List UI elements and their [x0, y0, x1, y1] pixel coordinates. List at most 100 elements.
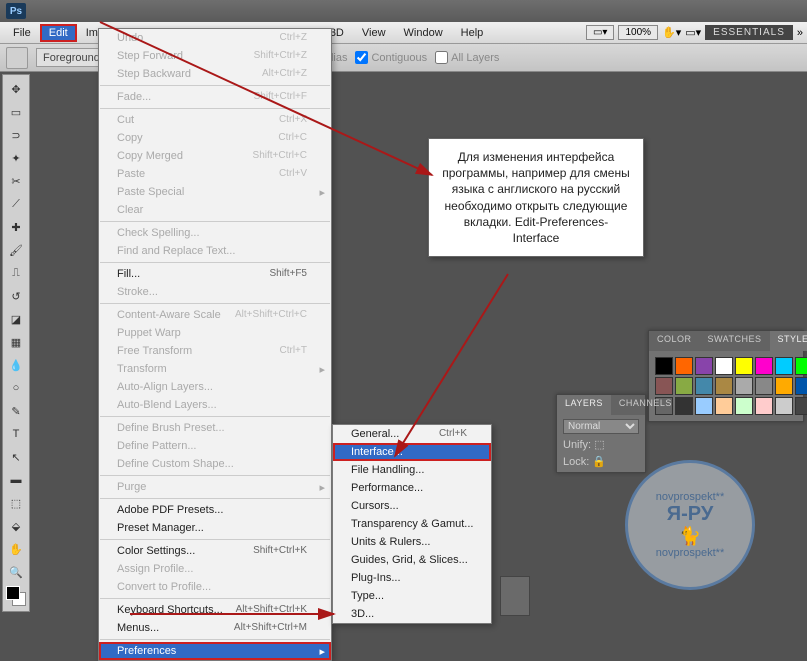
crop-tool-icon[interactable]: ✂ — [4, 170, 28, 192]
tab-channels[interactable]: CHANNELS — [611, 395, 680, 415]
menu-help[interactable]: Help — [452, 24, 493, 42]
style-swatch[interactable] — [715, 357, 733, 375]
menu-edit[interactable]: Edit — [40, 24, 77, 42]
style-swatch[interactable] — [735, 377, 753, 395]
style-swatch[interactable] — [655, 377, 673, 395]
style-swatch[interactable] — [695, 397, 713, 415]
prefs-general-[interactable]: General...Ctrl+K — [333, 425, 491, 443]
prefs-file-handling-[interactable]: File Handling... — [333, 461, 491, 479]
3d-camera-icon[interactable]: ⬙ — [4, 515, 28, 537]
menu-window[interactable]: Window — [395, 24, 452, 42]
style-swatch[interactable] — [695, 377, 713, 395]
style-swatch[interactable] — [675, 357, 693, 375]
color-swatch[interactable] — [6, 586, 26, 606]
edit-adobe-pdf-presets-[interactable]: Adobe PDF Presets... — [99, 501, 331, 519]
type-tool-icon[interactable]: T — [4, 423, 28, 445]
eyedropper-tool-icon[interactable]: ⟋ — [4, 193, 28, 215]
expand-icon[interactable]: » — [797, 27, 803, 39]
move-tool-icon[interactable]: ✥ — [4, 78, 28, 100]
edit-free-transform: Free TransformCtrl+T — [99, 342, 331, 360]
layers-panel: LAYERS CHANNELS Normal Unify: ⬚ Lock: 🔒 — [556, 394, 646, 473]
edit-define-custom-shape-: Define Custom Shape... — [99, 455, 331, 473]
history-brush-icon[interactable]: ↺ — [4, 285, 28, 307]
brush-tool-icon[interactable]: 🖌 — [4, 239, 28, 261]
style-swatch[interactable] — [715, 397, 733, 415]
edit-color-settings-[interactable]: Color Settings...Shift+Ctrl+K — [99, 542, 331, 560]
tab-layers[interactable]: LAYERS — [557, 395, 611, 415]
style-swatch[interactable] — [735, 357, 753, 375]
path-tool-icon[interactable]: ↖ — [4, 446, 28, 468]
edit-preferences[interactable]: Preferences▸ — [99, 642, 331, 660]
contiguous-checkbox[interactable]: Contiguous — [355, 51, 427, 64]
stamp-tool-icon[interactable]: ⎍ — [4, 262, 28, 284]
prefs-units-rulers-[interactable]: Units & Rulers... — [333, 533, 491, 551]
hand-tool-icon[interactable]: ✋▾ — [662, 26, 681, 39]
prefs-plug-ins-[interactable]: Plug-Ins... — [333, 569, 491, 587]
menu-view[interactable]: View — [353, 24, 395, 42]
gradient-tool-icon[interactable]: ▦ — [4, 331, 28, 353]
style-swatch[interactable] — [755, 377, 773, 395]
menu-file[interactable]: File — [4, 24, 40, 42]
lasso-tool-icon[interactable]: ⊃ — [4, 124, 28, 146]
collapsed-panel[interactable] — [500, 576, 530, 616]
edit-purge: Purge▸ — [99, 478, 331, 496]
view-options-icon[interactable]: ▭▾ — [685, 26, 701, 39]
hand-tool-icon[interactable]: ✋ — [4, 538, 28, 560]
titlebar: Ps — [0, 0, 807, 22]
style-swatch[interactable] — [755, 357, 773, 375]
edit-define-brush-preset-: Define Brush Preset... — [99, 419, 331, 437]
prefs-cursors-[interactable]: Cursors... — [333, 497, 491, 515]
eraser-tool-icon[interactable]: ◪ — [4, 308, 28, 330]
zoom-tool-icon[interactable]: 🔍 — [4, 561, 28, 583]
zoom-field[interactable]: 100% — [618, 25, 658, 40]
edit-fade-: Fade...Shift+Ctrl+F — [99, 88, 331, 106]
style-swatch[interactable] — [775, 377, 793, 395]
edit-check-spelling-: Check Spelling... — [99, 224, 331, 242]
prefs-interface-[interactable]: Interface... — [333, 443, 491, 461]
tab-styles[interactable]: STYLES — [770, 331, 807, 351]
unify-icon[interactable]: ⬚ — [594, 439, 604, 451]
style-swatch[interactable] — [775, 357, 793, 375]
doc-layout-icon[interactable]: ▭▾ — [586, 25, 614, 40]
edit-define-pattern-: Define Pattern... — [99, 437, 331, 455]
style-swatch[interactable] — [695, 357, 713, 375]
marquee-tool-icon[interactable]: ▭ — [4, 101, 28, 123]
tool-preset-icon[interactable] — [6, 47, 28, 69]
edit-auto-align-layers-: Auto-Align Layers... — [99, 378, 331, 396]
3d-tool-icon[interactable]: ⬚ — [4, 492, 28, 514]
tab-color[interactable]: COLOR — [649, 331, 700, 351]
style-swatch[interactable] — [795, 397, 807, 415]
edit-menus-[interactable]: Menus...Alt+Shift+Ctrl+M — [99, 619, 331, 637]
edit-keyboard-shortcuts-[interactable]: Keyboard Shortcuts...Alt+Shift+Ctrl+K — [99, 601, 331, 619]
style-swatch[interactable] — [755, 397, 773, 415]
style-swatch[interactable] — [735, 397, 753, 415]
style-swatch[interactable] — [795, 377, 807, 395]
blur-tool-icon[interactable]: 💧 — [4, 354, 28, 376]
prefs-transparency-gamut-[interactable]: Transparency & Gamut... — [333, 515, 491, 533]
tab-swatches[interactable]: SWATCHES — [700, 331, 770, 351]
blend-mode-select[interactable]: Normal — [563, 419, 639, 434]
style-swatch[interactable] — [775, 397, 793, 415]
edit-fill-[interactable]: Fill...Shift+F5 — [99, 265, 331, 283]
wand-tool-icon[interactable]: ✦ — [4, 147, 28, 169]
lock-icon[interactable]: 🔒 — [592, 456, 606, 468]
style-swatch[interactable] — [715, 377, 733, 395]
edit-assign-profile-: Assign Profile... — [99, 560, 331, 578]
style-swatch[interactable] — [795, 357, 807, 375]
dodge-tool-icon[interactable]: ○ — [4, 377, 28, 399]
prefs--d-[interactable]: 3D... — [333, 605, 491, 623]
pen-tool-icon[interactable]: ✎ — [4, 400, 28, 422]
prefs-performance-[interactable]: Performance... — [333, 479, 491, 497]
workspace-switcher[interactable]: ESSENTIALS — [705, 25, 793, 40]
healing-tool-icon[interactable]: ✚ — [4, 216, 28, 238]
edit-puppet-warp: Puppet Warp — [99, 324, 331, 342]
prefs-type-[interactable]: Type... — [333, 587, 491, 605]
prefs-guides-grid-slices-[interactable]: Guides, Grid, & Slices... — [333, 551, 491, 569]
shape-tool-icon[interactable]: ▬ — [4, 469, 28, 491]
lock-row: Lock: 🔒 — [563, 455, 639, 468]
all-layers-checkbox[interactable]: All Layers — [435, 51, 499, 64]
edit-preset-manager-[interactable]: Preset Manager... — [99, 519, 331, 537]
style-swatch[interactable] — [675, 377, 693, 395]
style-swatch[interactable] — [655, 357, 673, 375]
edit-stroke-: Stroke... — [99, 283, 331, 301]
